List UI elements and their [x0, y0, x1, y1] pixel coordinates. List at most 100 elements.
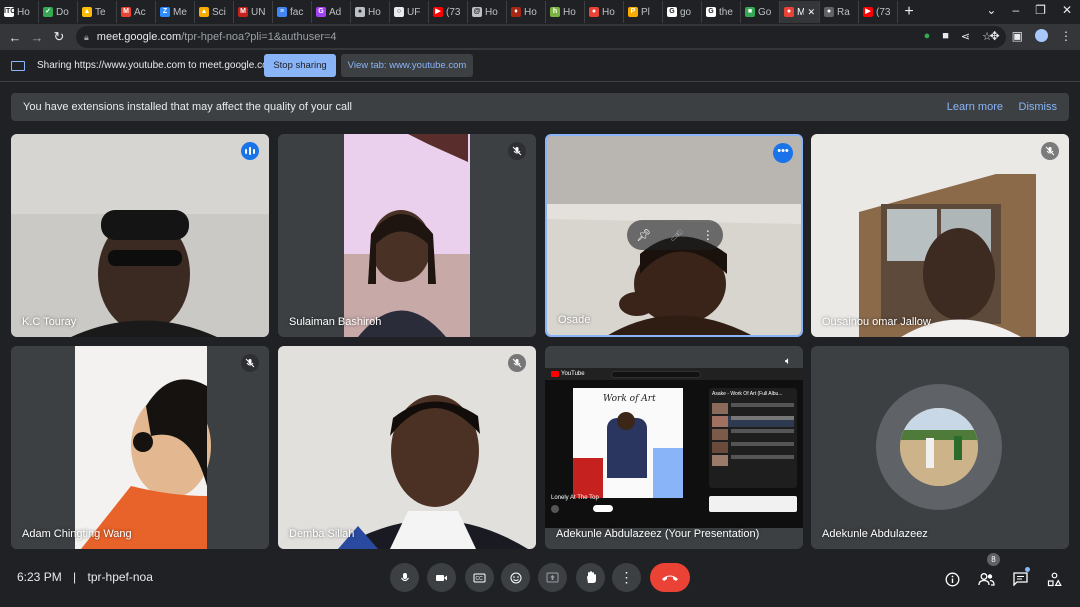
- browser-tab[interactable]: M Ac: [117, 1, 156, 23]
- url-path: /tpr-hpef-noa?pli=1&authuser=4: [181, 31, 337, 43]
- tab-title: Me: [173, 6, 187, 18]
- browser-tab[interactable]: ●M✕: [780, 1, 820, 23]
- reactions-button[interactable]: [501, 563, 530, 592]
- swirl-favicon-icon: @: [472, 7, 482, 17]
- playlist-panel: Asake - Work Of Art (Full Albu...: [709, 388, 797, 488]
- extensions-icon[interactable]: ✥: [990, 29, 1000, 43]
- captions-icon: CC: [473, 573, 486, 582]
- share-icon[interactable]: ⋖: [961, 30, 970, 43]
- forward-icon[interactable]: →: [26, 30, 48, 45]
- reload-icon[interactable]: ↻: [48, 29, 70, 45]
- raise-hand-button[interactable]: [576, 563, 605, 592]
- minimize-icon[interactable]: –: [1012, 3, 1019, 17]
- check-favicon-icon: ✓: [43, 7, 53, 17]
- participant-tile[interactable]: Sulaiman Bashiroh: [278, 134, 536, 337]
- tab-title: UF: [407, 6, 421, 18]
- gmail-favicon-icon: M: [121, 7, 131, 17]
- browser-tab[interactable]: Ggo: [663, 1, 702, 23]
- dismiss-button[interactable]: Dismiss: [1019, 101, 1058, 113]
- google-lens-icon[interactable]: ●: [924, 30, 931, 43]
- close-tab-icon[interactable]: ✕: [807, 7, 815, 18]
- side-panel-icon[interactable]: ▣: [1012, 29, 1023, 43]
- participant-name: Osade: [558, 314, 591, 326]
- tab-title: Te: [95, 6, 106, 18]
- browser-tab[interactable]: ♦ Ho: [507, 1, 546, 23]
- browser-tab[interactable]: ○ UF: [390, 1, 429, 23]
- meeting-code: tpr-hpef-noa: [87, 570, 153, 584]
- browser-tab[interactable]: ● Ho: [585, 1, 624, 23]
- chrome-menu-icon[interactable]: ⋮: [1060, 29, 1072, 43]
- camera-button[interactable]: [427, 563, 456, 592]
- lock-icon[interactable]: 🔒︎: [84, 32, 89, 43]
- participant-tile[interactable]: ••• 📌︎ 🎤︎ ⋮ Osade: [545, 134, 803, 337]
- tab-title: Sci: [212, 6, 226, 18]
- learn-more-link[interactable]: Learn more: [947, 101, 1003, 113]
- circle-favicon-icon: ○: [394, 7, 404, 17]
- browser-tab[interactable]: ✓ Do: [39, 1, 78, 23]
- tab-title: Ho: [17, 6, 30, 18]
- more-options-icon[interactable]: •••: [773, 143, 793, 163]
- browser-tab[interactable]: ▶ (73: [429, 1, 468, 23]
- activities-button[interactable]: [1044, 569, 1064, 589]
- more-options-button[interactable]: ⋮: [612, 563, 641, 592]
- browser-tab[interactable]: G Ad: [312, 1, 351, 23]
- back-icon[interactable]: ←: [4, 30, 26, 45]
- close-window-icon[interactable]: ✕: [1062, 3, 1072, 17]
- tab-title: (73: [876, 6, 891, 18]
- meeting-time-and-code: 6:23 PM | tpr-hpef-noa: [17, 570, 153, 584]
- call-end-icon: [662, 575, 678, 581]
- browser-tab[interactable]: @ Ho: [468, 1, 507, 23]
- participant-tile[interactable]: Ousainou omar Jallow: [811, 134, 1069, 337]
- browser-tab[interactable]: ■ Go: [741, 1, 780, 23]
- info-icon: [945, 572, 959, 586]
- tab-title: Ho: [368, 6, 381, 18]
- browser-tab[interactable]: ≡ fac: [273, 1, 312, 23]
- album-art-text: Work of Art: [603, 394, 656, 404]
- participant-tile[interactable]: K.C Touray: [11, 134, 269, 337]
- restore-icon[interactable]: ❐: [1035, 3, 1046, 17]
- microphone-button[interactable]: [390, 563, 419, 592]
- pin-icon[interactable]: 📌︎: [636, 228, 651, 242]
- browser-tab[interactable]: ▲ Sci: [195, 1, 234, 23]
- chat-button[interactable]: [1010, 567, 1030, 589]
- present-now-button[interactable]: [538, 563, 567, 592]
- camera-in-use-icon[interactable]: ■: [942, 30, 949, 43]
- triangle-favicon-icon: ▲: [199, 7, 209, 17]
- address-bar[interactable]: 🔒︎ meet.google.com/tpr-hpef-noa?pli=1&au…: [76, 26, 1006, 48]
- participant-tile[interactable]: Adam Chingting Wang: [11, 346, 269, 549]
- participant-name: Ousainou omar Jallow: [822, 316, 931, 328]
- participant-video: [278, 134, 536, 337]
- participant-name: K.C Touray: [22, 316, 77, 328]
- participant-tile[interactable]: Adekunle Abdulazeez: [811, 346, 1069, 549]
- playlist-item: [712, 455, 794, 466]
- participant-tile[interactable]: Demba Sillah: [278, 346, 536, 549]
- browser-tab[interactable]: M UN: [234, 1, 273, 23]
- profile-avatar[interactable]: [1035, 29, 1048, 42]
- browser-tab[interactable]: h Ho: [546, 1, 585, 23]
- youtube-logo: YouTube: [561, 371, 585, 377]
- browser-tab[interactable]: ▶ (73: [859, 1, 898, 23]
- stop-sharing-button[interactable]: Stop sharing: [264, 54, 336, 77]
- presentation-tile[interactable]: YouTube Work of Art Asake - Work Of Art …: [545, 346, 803, 549]
- people-button[interactable]: [976, 569, 996, 589]
- browser-tab[interactable]: Gthe: [702, 1, 741, 23]
- tile-more-icon[interactable]: ⋮: [702, 228, 714, 242]
- browser-tab[interactable]: P Pl: [624, 1, 663, 23]
- record-favicon-icon: ●: [589, 7, 599, 17]
- browser-tab[interactable]: ▲ Te: [78, 1, 117, 23]
- browser-tab[interactable]: ♠ Ho: [351, 1, 390, 23]
- tab-search-icon[interactable]: ⌄: [986, 3, 996, 17]
- avatar: [900, 408, 978, 486]
- browser-tab[interactable]: ITC Ho: [0, 1, 39, 23]
- browser-tab[interactable]: Z Me: [156, 1, 195, 23]
- mute-participant-icon[interactable]: 🎤︎: [670, 229, 684, 242]
- youtube-favicon-icon: ▶: [433, 7, 443, 17]
- new-tab-icon[interactable]: +: [898, 3, 920, 21]
- tile-hover-controls: 📌︎ 🎤︎ ⋮: [627, 220, 723, 250]
- browser-tab[interactable]: ● Ra: [820, 1, 859, 23]
- captions-button[interactable]: CC: [465, 563, 494, 592]
- muted-mic-icon: [241, 354, 259, 372]
- view-tab-button[interactable]: View tab: www.youtube.com: [341, 54, 473, 77]
- meeting-details-button[interactable]: [942, 569, 962, 589]
- leave-call-button[interactable]: [650, 563, 690, 592]
